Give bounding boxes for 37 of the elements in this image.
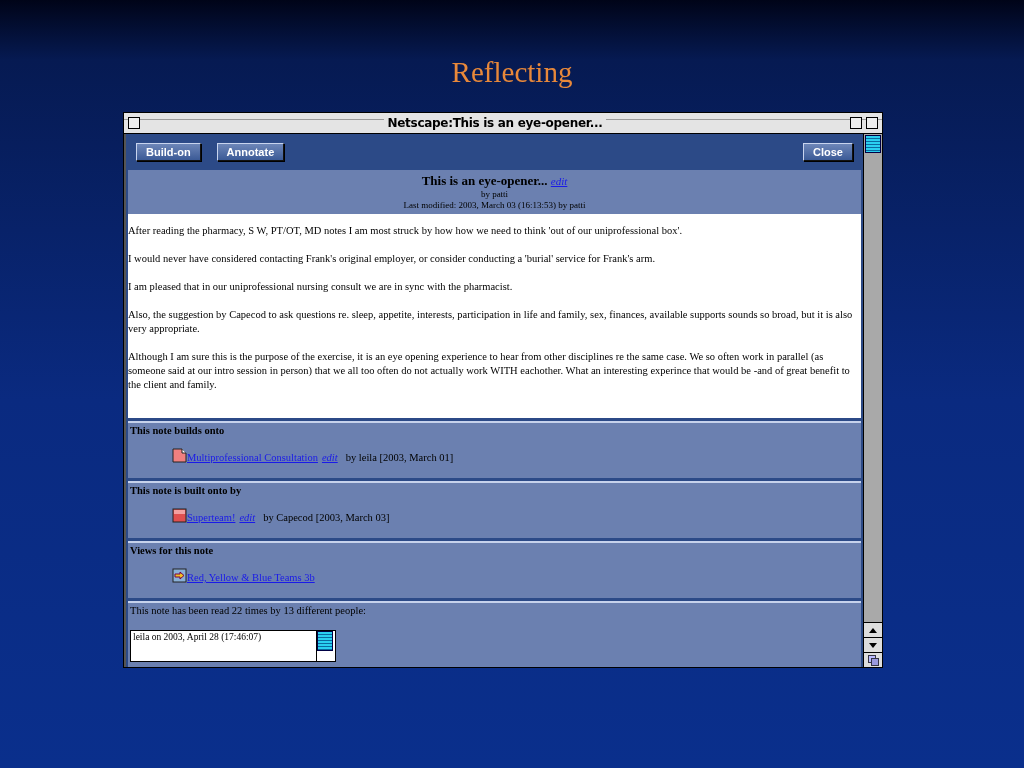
note-title: This is an eye-opener... [421, 173, 548, 188]
paragraph: I would never have considered contacting Frank's original employer, or consider conducting a 'burial' service for Frank's arm. [128, 252, 657, 266]
scrollbar[interactable] [863, 134, 882, 667]
scroll-thumb[interactable] [317, 631, 333, 651]
edit-link[interactable]: edit [550, 175, 568, 187]
view-icon [172, 568, 187, 583]
close-button[interactable]: Close [803, 143, 853, 161]
resize-handle-icon[interactable] [864, 652, 882, 667]
byline: by Capecod [2003, March 03] [263, 512, 390, 523]
section-heading: Views for this note [130, 545, 215, 556]
paragraph: Although I am sure this is the purpose of the exercise, it is an eye opening experience to hear from other disciplines re the same case. We so often work in parallel (as someone said at our intro session in person) that we all too often do not actually work WITH eachother. What an interesting experince that would be -and of great benefit to the client and family. [128, 350, 851, 392]
zoom-box-icon[interactable] [850, 117, 862, 129]
read-count: This note has been read 22 times by 13 different people: [130, 605, 367, 616]
section-heading: This note builds onto [130, 425, 226, 436]
window-title: Netscape:This is an eye-opener... [383, 116, 607, 130]
note-link[interactable]: Red, Yellow & Blue Teams 3b [187, 572, 315, 583]
paragraph: After reading the pharmacy, S W, PT/OT, MD notes I am most struck by how how we need to think 'out of our uniprofessional box'. [128, 224, 684, 238]
scroll-thumb[interactable] [865, 135, 881, 153]
slide-title: Reflecting [451, 56, 573, 90]
edit-link[interactable]: edit [239, 512, 256, 523]
last-modified: Last modified: 2003, March 03 (16:13:53) by patti [402, 200, 587, 211]
toolbar-button[interactable]: Build-on [136, 143, 201, 161]
note-link[interactable]: Superteam! [187, 512, 236, 523]
byline: by leila [2003, March 01] [345, 452, 454, 463]
toolbar-button[interactable]: Annotate [216, 143, 285, 161]
note-icon [172, 508, 187, 523]
edit-link[interactable]: edit [321, 452, 338, 463]
list-entry: leila on 2003, April 28 (17:46:07) [133, 632, 263, 642]
note-link[interactable]: Multiprofessional Consultation [187, 452, 318, 463]
collapse-box-icon[interactable] [866, 117, 878, 129]
reader-list[interactable]: leila on 2003, April 28 (17:46:07) [130, 630, 336, 662]
section-heading: This note is built onto by [130, 485, 243, 496]
close-box-icon[interactable] [128, 117, 140, 129]
paragraph: Also, the suggestion by Capecod to ask questions re. sleep, appetite, interests, participation in life and family, sex, finances, available supports sounds so broad, but it is also very appropriate. [128, 308, 854, 336]
paragraph: I am pleased that in our uniprofessional nursing consult we are in sync with the pharmacist. [128, 280, 514, 294]
document-icon [172, 448, 187, 463]
note-author: by patti [479, 189, 510, 200]
